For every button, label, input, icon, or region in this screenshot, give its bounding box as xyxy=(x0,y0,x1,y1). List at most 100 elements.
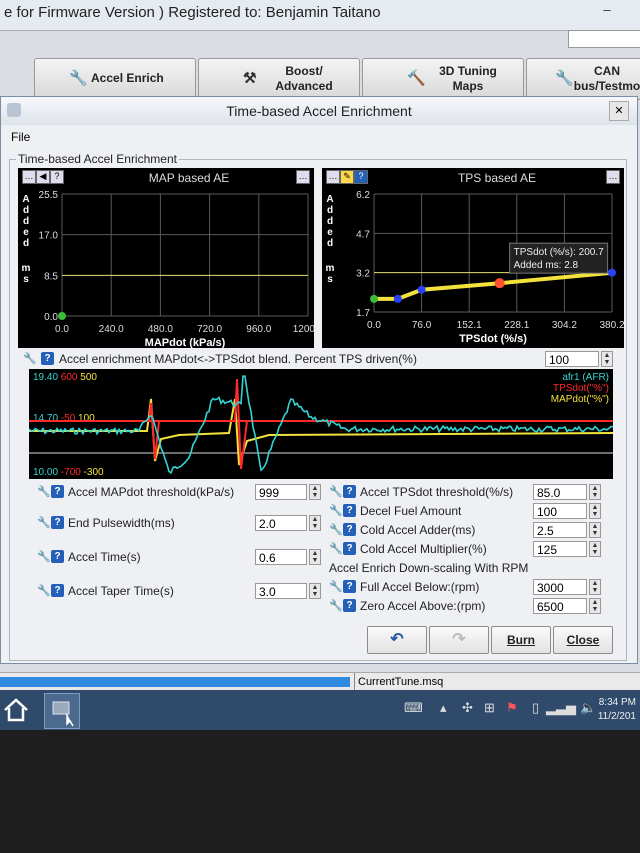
main-tabs: 🔧 Accel Enrich ⚒ Boost/ Advanced 🔨 3D Tu… xyxy=(0,58,640,100)
axis-value: -700 xyxy=(58,467,81,478)
help-icon[interactable]: ? xyxy=(354,170,368,184)
tps-ae-plot[interactable]: TPS based AEAddedms0.0 76.0 152.1 228.1 304.… xyxy=(322,168,624,348)
toolbar-combo[interactable] xyxy=(568,30,640,48)
param-input[interactable]: 125 xyxy=(533,541,587,557)
settings-icon[interactable]: ✣ xyxy=(462,700,473,716)
map-ae-chart[interactable]: MAP based AE Ad d e d m s 0.0 240.0 480.0 720.0 960… xyxy=(18,168,314,348)
tps-ae-chart[interactable]: TPS based AE Ad d e d m s 0.0 76.0 152.1 228.1 304.… xyxy=(322,168,624,348)
spinner[interactable]: ▲ ▼ xyxy=(589,598,601,614)
x-axis-label: TPSdot (%/s) xyxy=(459,333,527,345)
point-tooltip: TPSdot (%/s): 200.7 Added ms: 2.8 xyxy=(509,242,609,274)
y-tick-label: 4.7 xyxy=(356,229,370,240)
param-input[interactable]: 0.6 xyxy=(255,549,307,565)
param-input[interactable]: 6500 xyxy=(533,598,587,614)
wrench-icon: 🔧 xyxy=(37,486,51,498)
x-tick-label: 480.0 xyxy=(148,324,173,335)
help-icon[interactable]: ? xyxy=(51,516,64,529)
param-input[interactable]: 3000 xyxy=(533,579,587,595)
taskbar-app-button[interactable] xyxy=(44,693,80,729)
trace-plot: 19.40 600 500 14.70 -50 100 10.00 -700 -30… xyxy=(29,372,613,478)
chart-title: MAP based AE xyxy=(149,171,230,185)
tab-boost-advanced[interactable]: ⚒ Boost/ Advanced xyxy=(198,58,360,100)
clock[interactable]: 8:34 PM 11/2/201 xyxy=(598,696,636,724)
flag-icon[interactable]: ⚑ xyxy=(506,700,518,716)
help-icon[interactable]: ? xyxy=(50,170,64,184)
help-icon[interactable]: ? xyxy=(343,523,356,536)
wrench-icon: 🔧 xyxy=(69,70,88,87)
help-icon[interactable]: ? xyxy=(41,352,54,365)
param-input[interactable]: 2.0 xyxy=(255,515,307,531)
redo-button[interactable]: ↷ xyxy=(429,626,489,654)
volume-icon[interactable]: 🔈 xyxy=(580,700,596,716)
spinner[interactable]: ▲ ▼ xyxy=(601,351,613,367)
help-icon[interactable]: ? xyxy=(343,580,356,593)
data-point xyxy=(370,294,378,303)
menu-file[interactable]: File xyxy=(11,130,30,144)
wrench-icon: 🔧 xyxy=(329,600,343,612)
battery-icon[interactable]: ▯ xyxy=(532,700,539,716)
help-icon[interactable]: ? xyxy=(51,485,64,498)
data-point xyxy=(494,278,505,289)
tab-3d-tuning-maps[interactable]: 🔨 3D Tuning Maps xyxy=(362,58,524,100)
blend-label: Accel enrichment MAPdot<->TPSdot blend. … xyxy=(59,352,417,366)
wrench-icon: 🔧 xyxy=(329,524,343,536)
help-icon[interactable]: ? xyxy=(51,550,64,563)
param-input[interactable]: 85.0 xyxy=(533,484,587,500)
tab-accel-enrich[interactable]: 🔧 Accel Enrich xyxy=(34,58,196,100)
menu-icon[interactable]: … xyxy=(22,170,36,184)
x-tick-label: 960.0 xyxy=(246,324,271,335)
close-button[interactable]: Close xyxy=(553,626,613,654)
param-input[interactable]: 999 xyxy=(255,484,307,500)
keyboard-icon[interactable]: ⌨ xyxy=(404,700,423,716)
blend-input[interactable]: 100 xyxy=(545,351,599,367)
tab-label-line1: Boost/ xyxy=(285,64,323,78)
axis-value: 500 xyxy=(78,372,98,383)
spinner[interactable]: ▲ ▼ xyxy=(589,522,601,538)
param-input[interactable]: 2.5 xyxy=(533,522,587,538)
x-tick-label: 304.2 xyxy=(552,320,577,331)
help-icon[interactable]: ? xyxy=(51,584,64,597)
tab-can-bus[interactable]: 🔧 CAN bus/Testmo xyxy=(526,58,640,100)
window-title: e for Firmware Version ) Registered to: … xyxy=(4,4,381,21)
home-button[interactable] xyxy=(0,693,36,729)
help-icon[interactable]: ? xyxy=(343,485,356,498)
ylabel-letter: s xyxy=(23,274,29,285)
burn-button[interactable]: Burn xyxy=(491,626,551,654)
help-icon[interactable]: ? xyxy=(343,542,356,555)
undo-button[interactable]: ↶ xyxy=(367,626,427,654)
help-icon[interactable]: ? xyxy=(343,599,356,612)
menu-icon[interactable]: … xyxy=(326,170,340,184)
help-icon[interactable]: ? xyxy=(343,504,356,517)
minimize-icon[interactable]: – xyxy=(598,2,616,20)
spinner[interactable]: ▲ ▼ xyxy=(589,541,601,557)
expand-icon[interactable]: … xyxy=(606,170,620,184)
spinner[interactable]: ▲ ▼ xyxy=(309,484,321,500)
ylabel-letter: d xyxy=(23,216,29,227)
close-icon[interactable]: ✕ xyxy=(609,101,629,121)
signal-icon[interactable]: ▂▃▅ xyxy=(546,700,576,716)
x-tick-label: 152.1 xyxy=(457,320,482,331)
param-label: Accel Taper Time(s) xyxy=(68,584,174,598)
accel-enrichment-dialog: Time-based Accel Enrichment ✕ File Time-… xyxy=(0,96,638,664)
y-tick-label: 0.0 xyxy=(44,312,58,323)
windows-icon[interactable]: ⊞ xyxy=(484,700,495,716)
expand-icon[interactable]: … xyxy=(296,170,310,184)
note-icon[interactable]: ✎ xyxy=(340,170,354,184)
spinner[interactable]: ▲ ▼ xyxy=(309,583,321,599)
map-ae-plot[interactable]: MAP based AEAddedms0.0 240.0 480.0 720.0 960… xyxy=(18,168,314,348)
param-input[interactable]: 100 xyxy=(533,503,587,519)
param-input[interactable]: 3.0 xyxy=(255,583,307,599)
wrench-icon: 🔧 xyxy=(37,551,51,563)
arrow-icon[interactable]: ▴ xyxy=(440,700,447,716)
y-tick-label: 8.5 xyxy=(44,271,58,282)
spinner[interactable]: ▲ ▼ xyxy=(589,579,601,595)
back-icon[interactable]: ◀ xyxy=(36,170,50,184)
spinner[interactable]: ▲ ▼ xyxy=(589,484,601,500)
x-tick-label: 0.0 xyxy=(55,324,69,335)
spinner[interactable]: ▲ ▼ xyxy=(309,515,321,531)
tab-label: Accel Enrich xyxy=(91,71,164,85)
status-bar: CurrentTune.msq xyxy=(0,672,640,691)
app-window-icon xyxy=(52,701,74,727)
spinner[interactable]: ▲ ▼ xyxy=(309,549,321,565)
spinner[interactable]: ▲ ▼ xyxy=(589,503,601,519)
